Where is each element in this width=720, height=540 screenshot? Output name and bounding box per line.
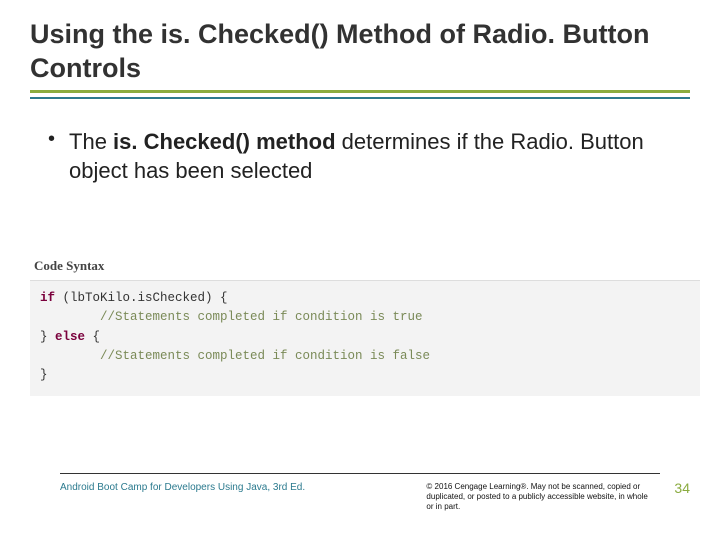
code-brace-else-open: } (40, 330, 55, 344)
title-divider (30, 97, 690, 99)
footer-book: Android Boot Camp for Developers Using J… (60, 482, 426, 493)
code-label: Code Syntax (30, 258, 700, 274)
code-box: if (lbToKilo.isChecked) { //Statements c… (30, 280, 700, 396)
keyword-if: if (40, 291, 55, 305)
footer-divider (60, 473, 660, 474)
keyword-else: else (55, 330, 85, 344)
slide-title: Using the is. Checked() Method of Radio.… (30, 18, 690, 93)
code-brace-close: } (40, 368, 48, 382)
code-cond: (lbToKilo.isChecked) { (55, 291, 228, 305)
code-comment-true: //Statements completed if condition is t… (40, 310, 423, 324)
code-comment-false: //Statements completed if condition is f… (40, 349, 430, 363)
code-section: Code Syntax if (lbToKilo.isChecked) { //… (30, 258, 700, 396)
bullet-text: The is. Checked() method determines if t… (69, 127, 690, 186)
bullet-marker: • (48, 127, 55, 151)
code-brace-after-else: { (85, 330, 100, 344)
footer-row: Android Boot Camp for Developers Using J… (30, 482, 690, 512)
bullet-bold: is. Checked() method (113, 129, 335, 154)
bullet-lead: The (69, 129, 113, 154)
footer-copyright: © 2016 Cengage Learning®. May not be sca… (426, 482, 656, 512)
footer: Android Boot Camp for Developers Using J… (30, 473, 690, 512)
bullet-item: • The is. Checked() method determines if… (30, 127, 690, 186)
footer-page-number: 34 (674, 480, 690, 496)
